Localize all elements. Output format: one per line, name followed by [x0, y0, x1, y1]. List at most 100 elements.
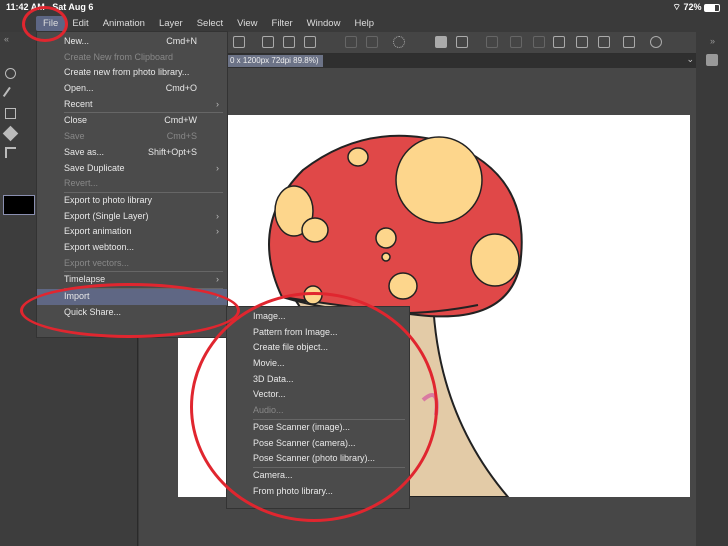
clear-icon[interactable] [486, 36, 498, 48]
menu-item[interactable]: Create new from photo library... [37, 65, 227, 81]
menu-item[interactable]: Pose Scanner (camera)... [227, 436, 409, 452]
fill-tool-icon[interactable] [2, 125, 19, 142]
menu-item[interactable]: Audio... [227, 403, 409, 419]
menu-item[interactable]: Import › [37, 289, 227, 305]
menu-item-label: Movie... [253, 358, 285, 369]
menu-item-label: Pose Scanner (camera)... [253, 437, 356, 448]
menu-item-label: Pattern from Image... [253, 326, 338, 337]
chevron-right-icon: › [216, 210, 219, 221]
perspective-icon[interactable] [598, 36, 610, 48]
chevron-right-icon: › [216, 274, 219, 285]
expand-icon[interactable]: » [710, 36, 715, 46]
transform-icon[interactable] [456, 36, 468, 48]
menu-item[interactable]: Create file object... [227, 340, 409, 356]
menu-item[interactable]: Save as... Shift+Opt+S [37, 145, 227, 161]
menu-item[interactable]: From photo library... [227, 484, 409, 500]
shortcut-label: Cmd+N [166, 36, 197, 46]
help-icon[interactable] [650, 36, 662, 48]
menu-item[interactable]: Recent › [37, 97, 227, 113]
panel-icon[interactable] [706, 54, 718, 66]
menu-item[interactable]: Pattern from Image... [227, 325, 409, 341]
battery-icon [704, 3, 720, 12]
menu-item-label: Pose Scanner (photo library)... [253, 453, 376, 464]
shortcut-label: Cmd+S [166, 131, 197, 142]
menu-view[interactable]: View [230, 16, 264, 31]
collapse-icon[interactable]: « [4, 34, 9, 44]
menu-file[interactable]: File [36, 15, 66, 31]
menu-item[interactable]: Export animation › [37, 224, 227, 240]
pen-tool-icon[interactable] [2, 86, 19, 103]
menu-help[interactable]: Help [347, 16, 381, 31]
smartphone-icon[interactable] [623, 36, 635, 48]
save-cloud-icon[interactable] [304, 36, 316, 48]
menu-edit[interactable]: Edit [65, 16, 95, 31]
menu-item-label: Save Duplicate [64, 162, 125, 173]
menu-item-label: Image... [253, 311, 286, 321]
loading-icon[interactable] [393, 36, 405, 48]
menu-item-label: 3D Data... [253, 373, 294, 384]
snapshot-icon[interactable] [233, 36, 245, 48]
menu-item-label: Camera... [253, 469, 293, 480]
menu-item-label: Export animation [64, 226, 132, 237]
menu-window[interactable]: Window [300, 16, 348, 31]
menu-item[interactable]: Timelapse › [37, 272, 227, 288]
menu-item[interactable]: New... Cmd+N [37, 34, 227, 50]
menu-item[interactable]: Vector... [227, 387, 409, 403]
chevron-right-icon: › [216, 226, 219, 237]
menu-item-label: Open... [64, 83, 94, 94]
canvas-tab[interactable]: 0 x 1200px 72dpi 89.8%) [226, 55, 323, 67]
menu-item[interactable]: Movie... [227, 356, 409, 372]
menu-item-label: Create new from photo library... [64, 67, 190, 78]
chevron-down-icon[interactable]: ⌄ [686, 54, 694, 65]
menu-item[interactable]: Export webtoon... [37, 240, 227, 256]
menu-item-label: Recent [64, 98, 93, 109]
layer-icon[interactable] [5, 108, 16, 119]
menu-item-label: Vector... [253, 389, 286, 400]
menu-item[interactable]: Image... [227, 309, 409, 325]
menu-item[interactable]: Export vectors... [37, 256, 227, 272]
shortcut-label: Shift+Opt+S [147, 146, 197, 157]
status-date: Sat Aug 6 [52, 2, 94, 12]
import-submenu: Image... Pattern from Image... Create file… [226, 306, 410, 509]
undo-icon[interactable] [345, 36, 357, 48]
open-folder-icon[interactable] [283, 36, 295, 48]
chevron-right-icon: › [216, 162, 219, 173]
deselect-icon[interactable] [533, 36, 545, 48]
battery-level: 72% [683, 2, 702, 12]
menu-item[interactable]: Save Duplicate › [37, 161, 227, 177]
menu-item[interactable]: Pose Scanner (photo library)... [227, 451, 409, 467]
new-file-icon[interactable] [262, 36, 274, 48]
menu-item-label: Create file object... [253, 342, 329, 353]
main-color-swatch[interactable] [3, 195, 35, 215]
menu-item[interactable]: Revert... [37, 176, 227, 192]
chevron-right-icon: › [216, 98, 219, 109]
menu-bar: File Edit Animation Layer Select View Filter Wi… [0, 14, 728, 32]
menu-item[interactable]: Create New from Clipboard [37, 50, 227, 66]
ruler-icon[interactable] [553, 36, 565, 48]
menu-filter[interactable]: Filter [265, 16, 300, 31]
menu-item[interactable]: Camera... [227, 468, 409, 484]
menu-item-label: Audio... [253, 405, 284, 416]
menu-item[interactable]: Export (Single Layer) › [37, 209, 227, 225]
redo-icon[interactable] [366, 36, 378, 48]
curve-ruler-icon[interactable] [576, 36, 588, 48]
menu-item-label: Import [64, 291, 90, 301]
menu-item[interactable]: Pose Scanner (image)... [227, 420, 409, 436]
shortcut-label: Cmd+O [165, 83, 197, 94]
menu-item[interactable]: Close Cmd+W [37, 113, 227, 129]
menu-animation[interactable]: Animation [96, 16, 152, 31]
menu-item[interactable]: Save Cmd+S [37, 129, 227, 145]
menu-layer[interactable]: Layer [152, 16, 190, 31]
menu-item[interactable]: Quick Share... [37, 305, 227, 321]
fill-icon[interactable] [435, 36, 447, 48]
menu-item[interactable]: Export to photo library [37, 193, 227, 209]
move-tool-icon[interactable] [5, 147, 16, 158]
fill-selection-icon[interactable] [510, 36, 522, 48]
menu-select[interactable]: Select [190, 16, 230, 31]
shortcut-label: Cmd+W [164, 115, 197, 126]
zoom-tool-icon[interactable] [5, 68, 16, 79]
menu-item-label: From photo library... [253, 485, 333, 496]
file-menu: New... Cmd+N Create New from Clipboard Crea… [36, 31, 228, 338]
menu-item[interactable]: 3D Data... [227, 372, 409, 388]
menu-item[interactable]: Open... Cmd+O [37, 81, 227, 97]
